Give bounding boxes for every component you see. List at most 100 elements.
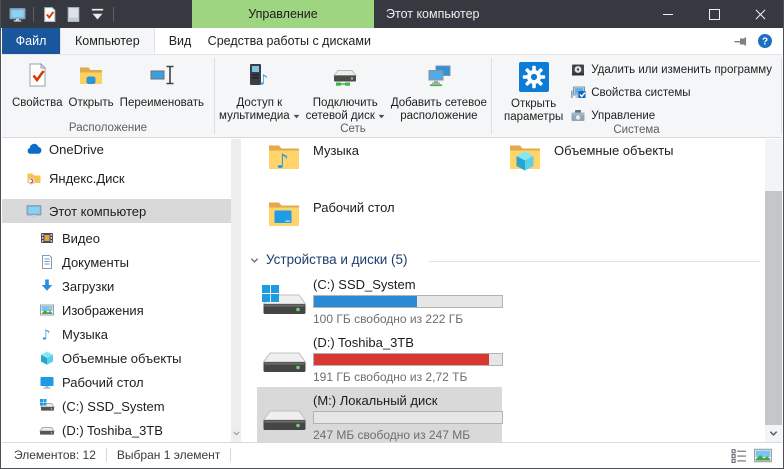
sidebar-item-music[interactable]: ♪Музыка xyxy=(2,322,231,346)
folder-tile-folder-desktop[interactable]: Рабочий стол xyxy=(267,198,511,252)
drive-name: (D:) Toshiba_3TB xyxy=(313,335,502,351)
tab-view[interactable]: Вид xyxy=(155,28,206,54)
system-drive-icon xyxy=(261,281,307,321)
vertical-scrollbar[interactable] xyxy=(765,139,782,442)
svg-text:♪: ♪ xyxy=(42,328,51,343)
drive-name: (M:) Локальный диск xyxy=(313,393,502,409)
group-label-location: Расположение xyxy=(2,122,214,137)
uninstall-program-icon xyxy=(570,62,586,78)
hard-drive-icon xyxy=(261,397,307,437)
disk-usage-fill xyxy=(314,296,417,307)
folder-desktop-icon xyxy=(267,198,301,230)
sidebar-item-pictures[interactable]: Изображения xyxy=(2,298,231,322)
status-selection: Выбран 1 элемент xyxy=(117,448,220,462)
quick-access-toolbar xyxy=(9,0,114,28)
new-item-icon[interactable] xyxy=(65,6,82,23)
open-settings-button[interactable]: Открыть параметры xyxy=(501,55,566,124)
media-access-icon: ♪ xyxy=(246,62,272,88)
rename-button[interactable]: Переименовать xyxy=(117,55,207,122)
sidebar-item-onedrive[interactable]: OneDrive xyxy=(2,139,231,161)
sidebar-item-drive[interactable]: (D:) Toshiba_3TB xyxy=(2,418,231,442)
scroll-down-icon[interactable] xyxy=(231,428,241,438)
status-separator xyxy=(106,448,107,462)
sidebar-item-desktop[interactable]: Рабочий стол xyxy=(2,370,231,394)
yandex-disk-icon xyxy=(26,170,42,186)
sidebar-item-this-pc[interactable]: Этот компьютер xyxy=(2,199,231,223)
folder-tile-folder-music[interactable]: ♪Музыка xyxy=(267,141,511,195)
folder-tile-folder-3d[interactable]: Объемные объекты xyxy=(508,141,752,195)
sidebar-item-videos[interactable]: Видео xyxy=(2,226,231,250)
system-small-buttons: Удалить или изменить программу Свойства … xyxy=(570,55,772,124)
statusbar: Элементов: 12 Выбран 1 элемент xyxy=(2,442,782,467)
properties-icon[interactable] xyxy=(41,6,58,23)
this-pc-icon[interactable] xyxy=(9,6,26,23)
sidebar-item-label: Рабочий стол xyxy=(62,375,144,390)
sidebar-item-downloads[interactable]: Загрузки xyxy=(2,274,231,298)
media-access-button[interactable]: ♪ Доступ к мультимедиа xyxy=(216,55,303,123)
minimize-icon xyxy=(663,14,673,15)
contextual-tab-manage[interactable]: Управление xyxy=(192,0,374,28)
add-network-location-icon xyxy=(426,62,452,88)
folder-3d-icon xyxy=(508,141,542,173)
group-header-label[interactable]: Устройства и диски (5) xyxy=(266,252,408,267)
open-button[interactable]: Открыть xyxy=(66,55,117,122)
sidebar-item-yandex-disk[interactable]: Яндекс.Диск xyxy=(2,166,231,190)
disk-usage-bar xyxy=(313,411,503,424)
button-label: расположение xyxy=(400,110,477,123)
folder-music-icon: ♪ xyxy=(267,141,301,173)
status-separator xyxy=(230,448,231,462)
dropdown-arrow-icon xyxy=(378,114,385,119)
system-properties-button[interactable]: Свойства системы xyxy=(570,85,772,101)
tab-drive-tools[interactable]: Средства работы с дисками xyxy=(205,28,373,54)
documents-icon xyxy=(39,254,55,270)
minimize-button[interactable] xyxy=(645,0,691,28)
button-label: сетевой диск xyxy=(306,110,375,123)
drive-tile[interactable]: (M:) Локальный диск247 МБ свободно из 24… xyxy=(257,387,502,443)
sidebar-item-documents[interactable]: Документы xyxy=(2,250,231,274)
videos-icon xyxy=(39,230,55,246)
svg-text:♪: ♪ xyxy=(276,149,289,173)
toolbar-separator xyxy=(33,7,34,22)
properties-button[interactable]: Свойства xyxy=(9,55,66,122)
sidebar-item-label: (C:) SSD_System xyxy=(62,399,165,414)
add-network-location-button[interactable]: Добавить сетевое расположение xyxy=(388,55,490,123)
uninstall-program-button[interactable]: Удалить или изменить программу xyxy=(570,62,772,78)
dropdown-arrow-icon xyxy=(293,114,300,119)
button-label: Подключить xyxy=(313,97,378,110)
customize-toolbar-chevron-icon[interactable] xyxy=(89,6,106,23)
computer-management-button[interactable]: Управление xyxy=(570,108,772,124)
this-pc-icon xyxy=(26,203,42,219)
large-icons-view-button[interactable] xyxy=(754,448,772,463)
group-separator xyxy=(781,58,782,134)
drive-tile[interactable]: (C:) SSD_System100 ГБ свободно из 222 ГБ xyxy=(257,271,502,327)
computer-management-icon xyxy=(570,108,586,124)
sidebar-item-label: Этот компьютер xyxy=(49,204,146,219)
map-network-drive-button[interactable]: Подключить сетевой диск xyxy=(303,55,388,123)
group-label-system: Система xyxy=(492,124,781,139)
sidebar-item-drive-system[interactable]: (C:) SSD_System xyxy=(2,394,231,418)
svg-text:♪: ♪ xyxy=(259,73,268,89)
collapse-group-icon[interactable] xyxy=(249,255,260,266)
pin-ribbon-icon[interactable] xyxy=(732,33,748,49)
drive-tile[interactable]: (D:) Toshiba_3TB191 ГБ свободно из 2,72 … xyxy=(257,329,502,385)
group-header-devices[interactable]: Устройства и диски (5) xyxy=(241,251,768,271)
help-icon[interactable]: ? xyxy=(757,33,773,49)
file-menu-button[interactable]: Файл xyxy=(2,28,60,54)
pictures-icon xyxy=(39,302,55,318)
maximize-button[interactable] xyxy=(691,0,737,28)
folder-name: Рабочий стол xyxy=(313,200,395,252)
details-view-button[interactable] xyxy=(730,448,748,463)
navigation-scrollbar[interactable] xyxy=(231,139,241,442)
button-label: Открыть xyxy=(69,97,114,110)
tab-computer[interactable]: Компьютер xyxy=(60,28,155,54)
close-button[interactable] xyxy=(737,0,783,28)
sidebar-item-objects3d[interactable]: Объемные объекты xyxy=(2,346,231,370)
group-label-network: Сеть xyxy=(215,123,491,138)
close-icon xyxy=(755,9,766,20)
scrollbar-thumb[interactable] xyxy=(765,191,782,431)
drive-icon xyxy=(39,422,55,438)
open-folder-icon xyxy=(78,62,104,88)
scroll-down-button[interactable] xyxy=(765,425,782,441)
folder-name: Объемные объекты xyxy=(554,143,674,195)
sidebar-list: OneDrive Яндекс.Диск Этот компьютер ВидеоДо… xyxy=(2,139,231,442)
